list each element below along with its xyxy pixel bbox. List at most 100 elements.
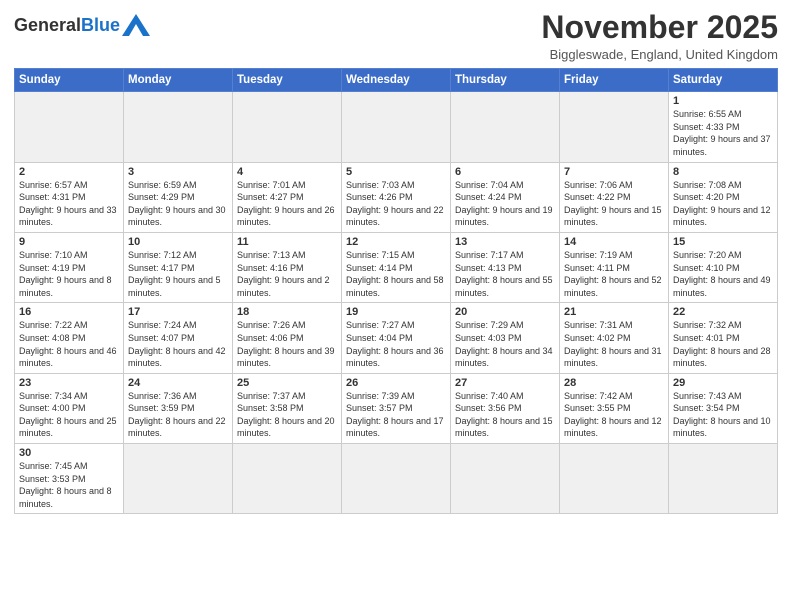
day-number: 17 [128,306,228,318]
day-cell [451,444,560,514]
day-cell: 28Sunrise: 7:42 AMSunset: 3:55 PMDayligh… [560,373,669,443]
day-number: 29 [673,377,773,389]
day-cell: 2Sunrise: 6:57 AMSunset: 4:31 PMDaylight… [15,162,124,232]
day-info: Sunrise: 7:29 AMSunset: 4:03 PMDaylight:… [455,319,555,369]
day-info: Sunrise: 7:26 AMSunset: 4:06 PMDaylight:… [237,319,337,369]
day-number: 28 [564,377,664,389]
day-info: Sunrise: 7:06 AMSunset: 4:22 PMDaylight:… [564,179,664,229]
day-cell [560,444,669,514]
day-info: Sunrise: 7:17 AMSunset: 4:13 PMDaylight:… [455,249,555,299]
day-cell [451,92,560,162]
day-cell: 27Sunrise: 7:40 AMSunset: 3:56 PMDayligh… [451,373,560,443]
day-info: Sunrise: 7:04 AMSunset: 4:24 PMDaylight:… [455,179,555,229]
day-cell: 16Sunrise: 7:22 AMSunset: 4:08 PMDayligh… [15,303,124,373]
day-number: 9 [19,236,119,248]
day-number: 16 [19,306,119,318]
day-cell: 13Sunrise: 7:17 AMSunset: 4:13 PMDayligh… [451,232,560,302]
day-info: Sunrise: 7:01 AMSunset: 4:27 PMDaylight:… [237,179,337,229]
logo-general-text: General [14,16,81,34]
title-area: November 2025 Biggleswade, England, Unit… [541,10,778,62]
day-cell: 9Sunrise: 7:10 AMSunset: 4:19 PMDaylight… [15,232,124,302]
calendar: SundayMondayTuesdayWednesdayThursdayFrid… [14,68,778,514]
day-cell: 8Sunrise: 7:08 AMSunset: 4:20 PMDaylight… [669,162,778,232]
day-number: 23 [19,377,119,389]
day-cell: 30Sunrise: 7:45 AMSunset: 3:53 PMDayligh… [15,444,124,514]
day-info: Sunrise: 7:45 AMSunset: 3:53 PMDaylight:… [19,460,119,510]
day-cell [233,444,342,514]
logo-icon [122,14,150,36]
day-info: Sunrise: 6:59 AMSunset: 4:29 PMDaylight:… [128,179,228,229]
week-row-0: 1Sunrise: 6:55 AMSunset: 4:33 PMDaylight… [15,92,778,162]
day-cell [342,92,451,162]
day-cell [560,92,669,162]
day-number: 20 [455,306,555,318]
weekday-header-wednesday: Wednesday [342,69,451,92]
day-cell: 19Sunrise: 7:27 AMSunset: 4:04 PMDayligh… [342,303,451,373]
day-number: 22 [673,306,773,318]
day-info: Sunrise: 7:24 AMSunset: 4:07 PMDaylight:… [128,319,228,369]
day-number: 19 [346,306,446,318]
day-number: 8 [673,166,773,178]
week-row-1: 2Sunrise: 6:57 AMSunset: 4:31 PMDaylight… [15,162,778,232]
day-info: Sunrise: 7:13 AMSunset: 4:16 PMDaylight:… [237,249,337,299]
day-number: 6 [455,166,555,178]
day-number: 2 [19,166,119,178]
day-info: Sunrise: 7:36 AMSunset: 3:59 PMDaylight:… [128,390,228,440]
day-cell: 26Sunrise: 7:39 AMSunset: 3:57 PMDayligh… [342,373,451,443]
day-cell: 12Sunrise: 7:15 AMSunset: 4:14 PMDayligh… [342,232,451,302]
weekday-header-row: SundayMondayTuesdayWednesdayThursdayFrid… [15,69,778,92]
day-cell: 25Sunrise: 7:37 AMSunset: 3:58 PMDayligh… [233,373,342,443]
day-cell: 20Sunrise: 7:29 AMSunset: 4:03 PMDayligh… [451,303,560,373]
day-cell: 11Sunrise: 7:13 AMSunset: 4:16 PMDayligh… [233,232,342,302]
logo-area: General Blue [14,10,150,36]
day-info: Sunrise: 7:22 AMSunset: 4:08 PMDaylight:… [19,319,119,369]
day-info: Sunrise: 7:08 AMSunset: 4:20 PMDaylight:… [673,179,773,229]
day-cell: 5Sunrise: 7:03 AMSunset: 4:26 PMDaylight… [342,162,451,232]
weekday-header-thursday: Thursday [451,69,560,92]
day-info: Sunrise: 7:40 AMSunset: 3:56 PMDaylight:… [455,390,555,440]
day-cell [669,444,778,514]
day-number: 13 [455,236,555,248]
day-number: 3 [128,166,228,178]
header: General Blue November 2025 Biggleswade, … [14,10,778,62]
day-cell: 14Sunrise: 7:19 AMSunset: 4:11 PMDayligh… [560,232,669,302]
day-info: Sunrise: 7:27 AMSunset: 4:04 PMDaylight:… [346,319,446,369]
day-cell: 4Sunrise: 7:01 AMSunset: 4:27 PMDaylight… [233,162,342,232]
day-number: 21 [564,306,664,318]
page: General Blue November 2025 Biggleswade, … [0,0,792,612]
day-number: 30 [19,447,119,459]
day-number: 12 [346,236,446,248]
day-info: Sunrise: 7:03 AMSunset: 4:26 PMDaylight:… [346,179,446,229]
day-cell [15,92,124,162]
month-title: November 2025 [541,10,778,45]
weekday-header-friday: Friday [560,69,669,92]
day-info: Sunrise: 7:37 AMSunset: 3:58 PMDaylight:… [237,390,337,440]
day-cell: 23Sunrise: 7:34 AMSunset: 4:00 PMDayligh… [15,373,124,443]
day-number: 26 [346,377,446,389]
day-number: 7 [564,166,664,178]
day-number: 11 [237,236,337,248]
day-info: Sunrise: 6:55 AMSunset: 4:33 PMDaylight:… [673,108,773,158]
day-info: Sunrise: 7:42 AMSunset: 3:55 PMDaylight:… [564,390,664,440]
day-info: Sunrise: 7:12 AMSunset: 4:17 PMDaylight:… [128,249,228,299]
day-cell: 17Sunrise: 7:24 AMSunset: 4:07 PMDayligh… [124,303,233,373]
day-cell: 22Sunrise: 7:32 AMSunset: 4:01 PMDayligh… [669,303,778,373]
day-number: 4 [237,166,337,178]
day-number: 18 [237,306,337,318]
day-info: Sunrise: 7:34 AMSunset: 4:00 PMDaylight:… [19,390,119,440]
week-row-4: 23Sunrise: 7:34 AMSunset: 4:00 PMDayligh… [15,373,778,443]
day-cell: 18Sunrise: 7:26 AMSunset: 4:06 PMDayligh… [233,303,342,373]
day-cell: 3Sunrise: 6:59 AMSunset: 4:29 PMDaylight… [124,162,233,232]
day-cell [124,92,233,162]
day-number: 27 [455,377,555,389]
day-cell [342,444,451,514]
day-info: Sunrise: 7:15 AMSunset: 4:14 PMDaylight:… [346,249,446,299]
logo-blue-text: Blue [81,16,120,34]
day-cell: 29Sunrise: 7:43 AMSunset: 3:54 PMDayligh… [669,373,778,443]
day-cell: 21Sunrise: 7:31 AMSunset: 4:02 PMDayligh… [560,303,669,373]
logo: General Blue [14,14,150,36]
weekday-header-monday: Monday [124,69,233,92]
day-cell [124,444,233,514]
weekday-header-sunday: Sunday [15,69,124,92]
day-info: Sunrise: 7:31 AMSunset: 4:02 PMDaylight:… [564,319,664,369]
